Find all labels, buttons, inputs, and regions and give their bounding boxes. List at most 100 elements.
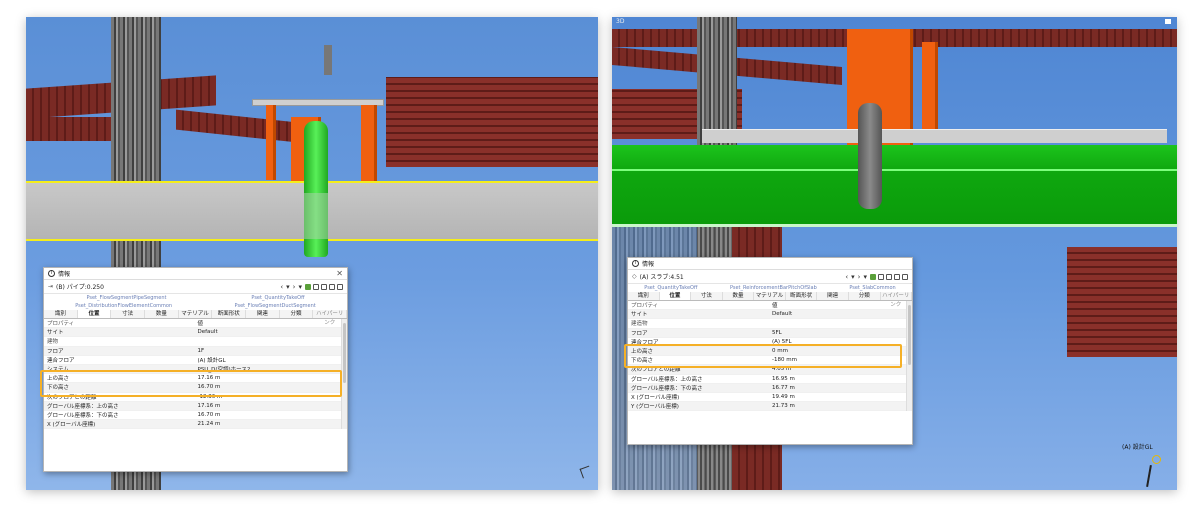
pset-link[interactable]: Pset_FlowSegmentPipeSegment	[86, 294, 166, 302]
dropdown-icon[interactable]: ▾	[851, 273, 855, 281]
info-icon: i	[632, 260, 639, 267]
tab-hyperlink[interactable]: ハイパーリンク	[313, 310, 348, 326]
tab-classification[interactable]: 分類	[279, 310, 314, 318]
table-row: 次のフロアとの距離 -12.36 m	[44, 393, 347, 402]
slab-edge-line	[612, 169, 1177, 171]
pipe-element-icon: ⇥	[48, 283, 54, 290]
next-arrow-icon[interactable]: ›	[293, 283, 296, 291]
view-icon[interactable]	[870, 273, 876, 280]
table-row: 連合フロア (A) 5FL	[628, 338, 912, 347]
table-row: システム PSU_D(空調)ホース2	[44, 364, 347, 375]
view-icon[interactable]	[305, 283, 311, 290]
table-row: Y (グローバル座標) 21.73 m	[628, 402, 912, 412]
tab-section[interactable]: 断面形状	[785, 292, 818, 300]
scrollbar-thumb[interactable]	[343, 323, 346, 383]
ceiling-plate	[702, 129, 1167, 143]
pset-link[interactable]: Pset_QuantityTakeOff	[251, 294, 304, 302]
pset-link[interactable]: Pset_FlowSegmentDuctSegment	[235, 302, 316, 310]
table-row: 下の高さ 16.70 m	[44, 383, 347, 393]
tab-dimensions[interactable]: 寸法	[111, 310, 146, 318]
save-icon[interactable]	[321, 283, 327, 290]
properties-panel[interactable]: i 情報 ◇ (A) スラブ:4.51 ‹ ▾ › ▾ Pset_Quantit…	[627, 257, 913, 445]
pipe-through-beam	[304, 193, 328, 239]
green-slab	[612, 145, 1177, 227]
compass-icon[interactable]	[1152, 455, 1161, 464]
scrollbar[interactable]	[341, 319, 347, 430]
orange-duct	[361, 105, 377, 185]
table-row: 建物	[44, 337, 347, 347]
table-row: プロパティ値	[44, 319, 347, 329]
steel-frame	[386, 77, 598, 167]
table-row: プロパティ値	[628, 301, 912, 311]
table-row: グローバル座標系：下の高さ 16.77 m	[628, 383, 912, 393]
properties-panel[interactable]: i 情報 ✕ ⇥ (B) パイプ:0.250 ‹ ▾ › ▾ Pset_Flow…	[43, 267, 348, 472]
table-row: グローバル座標系：下の高さ 16.70 m	[44, 411, 347, 421]
save-icon[interactable]	[878, 273, 884, 280]
table-row: 連合フロア (A) 設計GL	[44, 356, 347, 365]
table-row: サイト Default	[44, 328, 347, 338]
prev-arrow-icon[interactable]: ‹	[845, 273, 848, 281]
tab-relations[interactable]: 関連	[246, 310, 280, 318]
tab-location[interactable]: 位置	[77, 310, 112, 318]
slab-element-icon: ◇	[632, 273, 637, 280]
orange-duct	[266, 105, 276, 180]
scrollbar[interactable]	[906, 301, 912, 412]
save-icon[interactable]	[313, 283, 319, 290]
tab-section[interactable]: 断面形状	[212, 310, 247, 318]
property-grid: プロパティ値 サイト Default 建物 フロア 1F 連合フロア (A) 設計GL…	[44, 319, 347, 430]
next-arrow-icon[interactable]: ›	[858, 273, 861, 281]
save-icon[interactable]	[886, 273, 892, 280]
table-row: グローバル座標系：上の高さ 17.16 m	[44, 401, 347, 411]
table-row: サイト Default	[628, 310, 912, 320]
dropdown-icon[interactable]: ▾	[298, 283, 302, 291]
tab-hyperlink[interactable]: ハイパーリンク	[880, 292, 913, 308]
prev-arrow-icon[interactable]: ‹	[280, 283, 283, 291]
element-name: (B) パイプ:0.250	[56, 284, 104, 291]
hanger-bracket	[324, 45, 332, 75]
window-icon[interactable]	[902, 273, 908, 280]
table-row: 上の高さ 0 mm	[628, 346, 912, 357]
orange-duct	[922, 42, 938, 137]
table-row: 上の高さ 17.16 m	[44, 374, 347, 384]
tab-identify[interactable]: 識別	[44, 310, 78, 318]
table-row: グローバル座標系：上の高さ 16.95 m	[628, 375, 912, 384]
steel-frame	[1067, 247, 1177, 357]
left-3d-viewport[interactable]: i 情報 ✕ ⇥ (B) パイプ:0.250 ‹ ▾ › ▾ Pset_Flow…	[26, 17, 598, 490]
table-row: X (グローバル座標) 19.49 m	[628, 393, 912, 403]
pset-link[interactable]: Pset_SlabCommon	[849, 284, 895, 292]
element-name: (A) スラブ:4.51	[639, 274, 684, 281]
pset-link[interactable]: Pset_DistributionFlowElementCommon	[75, 302, 172, 310]
tab-identify[interactable]: 識別	[628, 292, 660, 300]
dropdown-icon[interactable]: ▾	[863, 273, 867, 281]
tab-relations[interactable]: 関連	[817, 292, 849, 300]
window-label: 3D	[616, 18, 625, 25]
close-icon[interactable]: ✕	[336, 269, 343, 278]
dropdown-icon[interactable]: ▾	[286, 283, 290, 291]
info-icon: i	[48, 270, 55, 277]
table-row: フロア 5FL	[628, 328, 912, 338]
axis-icon	[579, 465, 593, 479]
tab-quantity[interactable]: 数量	[722, 292, 755, 300]
property-grid: プロパティ値 サイト Default 建造物 フロア 5FL 連合フロア (A) 5F…	[628, 301, 912, 412]
gray-pipe	[858, 103, 882, 209]
tab-material[interactable]: マテリアル	[178, 310, 213, 318]
window-icon[interactable]	[337, 283, 343, 290]
tab-dimensions[interactable]: 寸法	[691, 292, 723, 300]
tab-quantity[interactable]: 数量	[145, 310, 179, 318]
scrollbar-thumb[interactable]	[908, 305, 911, 365]
panel-title: 情報	[58, 271, 71, 278]
pset-link[interactable]: Pset_ReinforcementBarPitchOfSlab	[730, 284, 817, 292]
panel-title: 情報	[642, 261, 655, 268]
tab-location[interactable]: 位置	[659, 292, 692, 300]
compass-label: (A) 設計GL	[1122, 444, 1153, 451]
save-icon[interactable]	[894, 273, 900, 280]
pset-link[interactable]: Pset_QuantityTakeOff	[644, 284, 697, 292]
maximize-icon[interactable]	[1165, 19, 1171, 24]
tab-classification[interactable]: 分類	[848, 292, 881, 300]
right-3d-viewport[interactable]: 3D i 情報 ◇ (A) スラブ:4.51 ‹ ▾ › ▾ Pset_Quan…	[612, 17, 1177, 490]
table-row: 下の高さ -180 mm	[628, 356, 912, 366]
save-icon[interactable]	[329, 283, 335, 290]
axis-icon	[1146, 464, 1152, 488]
tab-material[interactable]: マテリアル	[754, 292, 786, 300]
table-row: 建造物	[628, 319, 912, 329]
